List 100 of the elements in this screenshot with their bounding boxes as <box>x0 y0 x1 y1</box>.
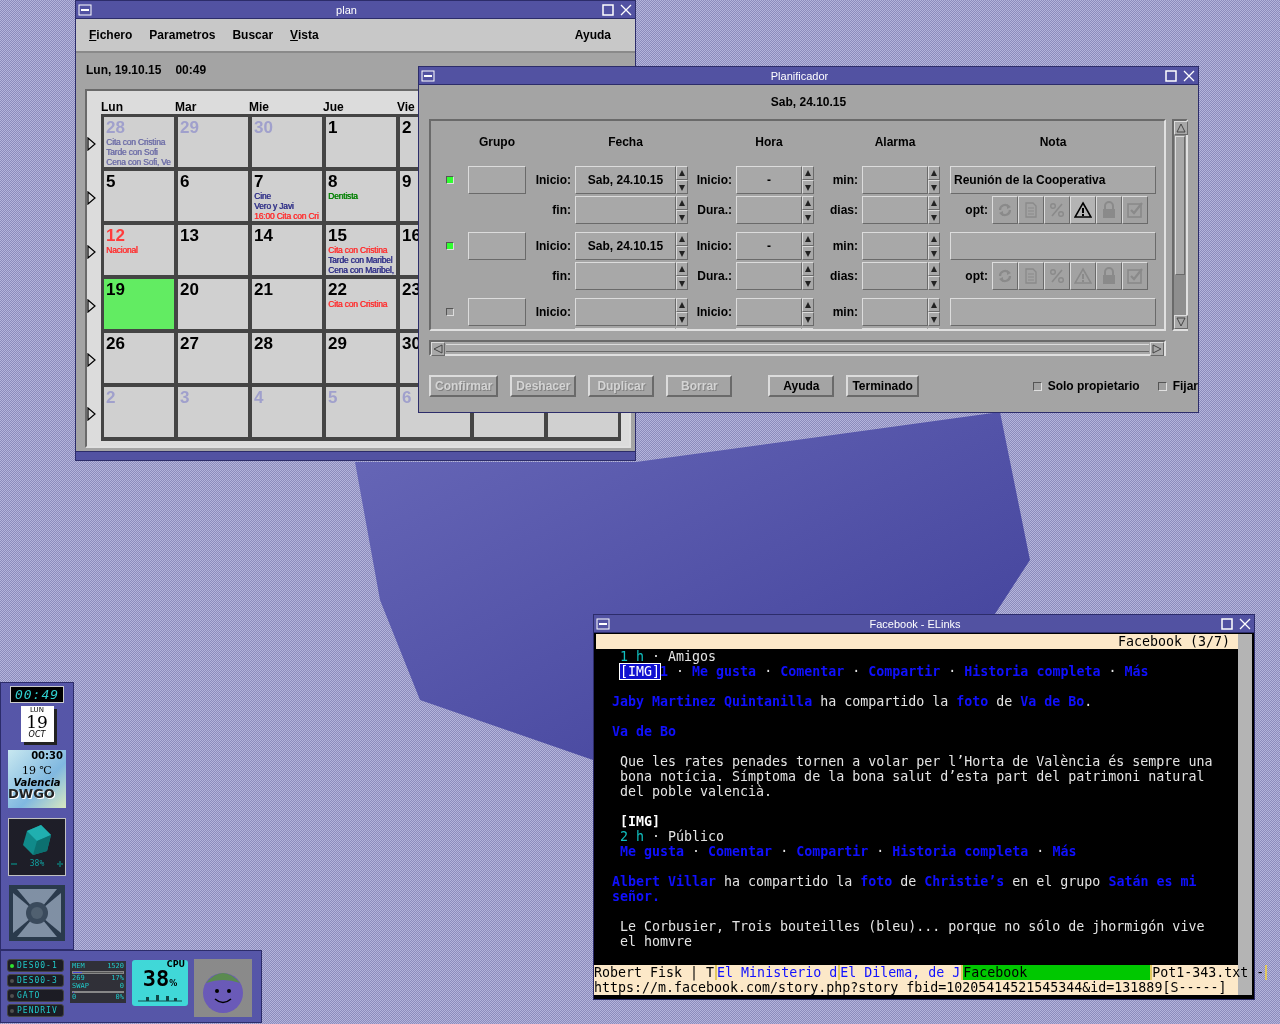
window-menu-button[interactable] <box>77 1 93 18</box>
spin-up-button[interactable] <box>802 232 814 246</box>
alarm-days-field[interactable] <box>862 196 928 224</box>
drive-button[interactable]: DES00-1 <box>7 959 64 972</box>
action-button[interactable]: Terminado <box>846 375 919 397</box>
image-link[interactable]: [IMG] <box>620 664 661 679</box>
calendar-cell[interactable]: 26 <box>104 333 174 383</box>
group-field[interactable] <box>468 232 526 260</box>
spin-down-button[interactable] <box>928 246 940 260</box>
date-field[interactable]: Sab, 24.10.15 <box>575 232 676 260</box>
menu-item[interactable]: Buscar <box>229 28 282 42</box>
spin-up-button[interactable] <box>802 298 814 312</box>
calendar-cell[interactable]: 22 Cita con Cristina <box>326 279 396 329</box>
group-field[interactable] <box>468 298 526 326</box>
spin-up-button[interactable] <box>676 262 688 276</box>
triangle-icon[interactable] <box>87 137 96 151</box>
browser-tab[interactable]: Facebook <box>963 965 1153 980</box>
spin-up-button[interactable] <box>676 298 688 312</box>
note-field[interactable] <box>950 232 1156 260</box>
time-field[interactable]: - <box>736 232 802 260</box>
spin-up-button[interactable] <box>928 196 940 210</box>
drive-button[interactable]: PENDRIV <box>7 1004 64 1017</box>
calendar-cell[interactable]: 27 <box>178 333 248 383</box>
spin-down-button[interactable] <box>676 276 688 290</box>
alarm-days-field[interactable] <box>862 262 928 290</box>
time-field[interactable] <box>736 298 802 326</box>
spin-down-button[interactable] <box>802 246 814 260</box>
scroll-thumb[interactable] <box>446 344 1149 352</box>
spin-down-button[interactable] <box>676 246 688 260</box>
end-date-field[interactable] <box>575 262 676 290</box>
duration-field[interactable] <box>736 262 802 290</box>
maximize-button[interactable] <box>1219 615 1235 632</box>
calendar-cell[interactable]: 5 <box>104 171 174 221</box>
triangle-icon[interactable] <box>87 299 96 313</box>
entry-checkbox[interactable] <box>446 176 454 184</box>
triangle-icon[interactable] <box>87 407 96 421</box>
spin-up-button[interactable] <box>802 166 814 180</box>
duration-field[interactable] <box>736 196 802 224</box>
menu-item[interactable]: Fichero <box>86 28 141 42</box>
spin-down-button[interactable] <box>802 180 814 194</box>
calendar-cell[interactable]: 6 <box>178 171 248 221</box>
calendar-cell[interactable]: 29 <box>326 333 396 383</box>
scroll-up-button[interactable] <box>1174 121 1188 135</box>
calendar-cell[interactable]: 1 <box>326 117 396 167</box>
spin-up-button[interactable] <box>676 196 688 210</box>
action-button[interactable]: Ayuda <box>768 375 835 397</box>
date-field[interactable] <box>575 298 676 326</box>
calendar-cell[interactable]: 20 <box>178 279 248 329</box>
alarm-minutes-field[interactable] <box>862 166 928 194</box>
scroll-left-button[interactable] <box>431 342 445 356</box>
triangle-icon[interactable] <box>87 245 96 259</box>
maximize-button[interactable] <box>1163 67 1179 84</box>
drive-button[interactable]: GATO <box>7 989 64 1002</box>
calendar-cell[interactable]: 8 Dentista <box>326 171 396 221</box>
spin-up-button[interactable] <box>676 232 688 246</box>
note-field[interactable]: Reunión de la Cooperativa <box>950 166 1156 194</box>
drive-button[interactable]: DES00-3 <box>7 974 64 987</box>
scroll-thumb[interactable] <box>1175 136 1185 275</box>
spin-down-button[interactable] <box>676 210 688 224</box>
spin-down-button[interactable] <box>802 276 814 290</box>
spin-down-button[interactable] <box>928 210 940 224</box>
checkbox[interactable] <box>1157 381 1167 391</box>
spin-up-button[interactable] <box>676 166 688 180</box>
scroll-right-button[interactable] <box>1150 342 1164 356</box>
option-button[interactable] <box>1070 196 1096 224</box>
triangle-icon[interactable] <box>87 191 96 205</box>
entry-checkbox[interactable] <box>446 308 454 316</box>
spin-down-button[interactable] <box>928 180 940 194</box>
browser-tab[interactable]: El Ministerio d <box>717 965 841 980</box>
note-field[interactable] <box>950 298 1156 326</box>
checkbox[interactable] <box>1032 381 1042 391</box>
spin-down-button[interactable] <box>802 312 814 326</box>
date-field[interactable]: Sab, 24.10.15 <box>575 166 676 194</box>
menu-item[interactable]: Parametros <box>146 28 224 42</box>
calendar-cell[interactable]: 28 <box>252 333 322 383</box>
spin-down-button[interactable] <box>802 210 814 224</box>
window-menu-button[interactable] <box>595 615 611 632</box>
time-field[interactable]: - <box>736 166 802 194</box>
browser-tab[interactable]: Robert Fisk | T <box>594 965 718 980</box>
calendar-cell[interactable]: 13 <box>178 225 248 275</box>
entry-checkbox[interactable] <box>446 242 454 250</box>
calendar-cell[interactable]: 7 Cine Vero y Javi 16:00 Cita con Cri <box>252 171 322 221</box>
spin-up-button[interactable] <box>928 232 940 246</box>
alarm-minutes-field[interactable] <box>862 298 928 326</box>
end-date-field[interactable] <box>575 196 676 224</box>
spin-up-button[interactable] <box>928 262 940 276</box>
scroll-down-button[interactable] <box>1174 315 1188 329</box>
spin-up-button[interactable] <box>802 262 814 276</box>
window-menu-button[interactable] <box>420 67 436 84</box>
calendar-cell[interactable]: 21 <box>252 279 322 329</box>
spin-up-button[interactable] <box>802 196 814 210</box>
spin-down-button[interactable] <box>928 276 940 290</box>
menu-item[interactable]: Vista <box>287 28 327 42</box>
calendar-cell[interactable]: 14 <box>252 225 322 275</box>
spin-up-button[interactable] <box>928 166 940 180</box>
spin-down-button[interactable] <box>676 180 688 194</box>
alarm-minutes-field[interactable] <box>862 232 928 260</box>
calendar-cell[interactable]: 15 Cita con Cristina Tarde con Maribel Cena con Maribel, <box>326 225 396 275</box>
calendar-cell[interactable]: 19 <box>104 279 174 329</box>
maximize-button[interactable] <box>600 1 616 18</box>
